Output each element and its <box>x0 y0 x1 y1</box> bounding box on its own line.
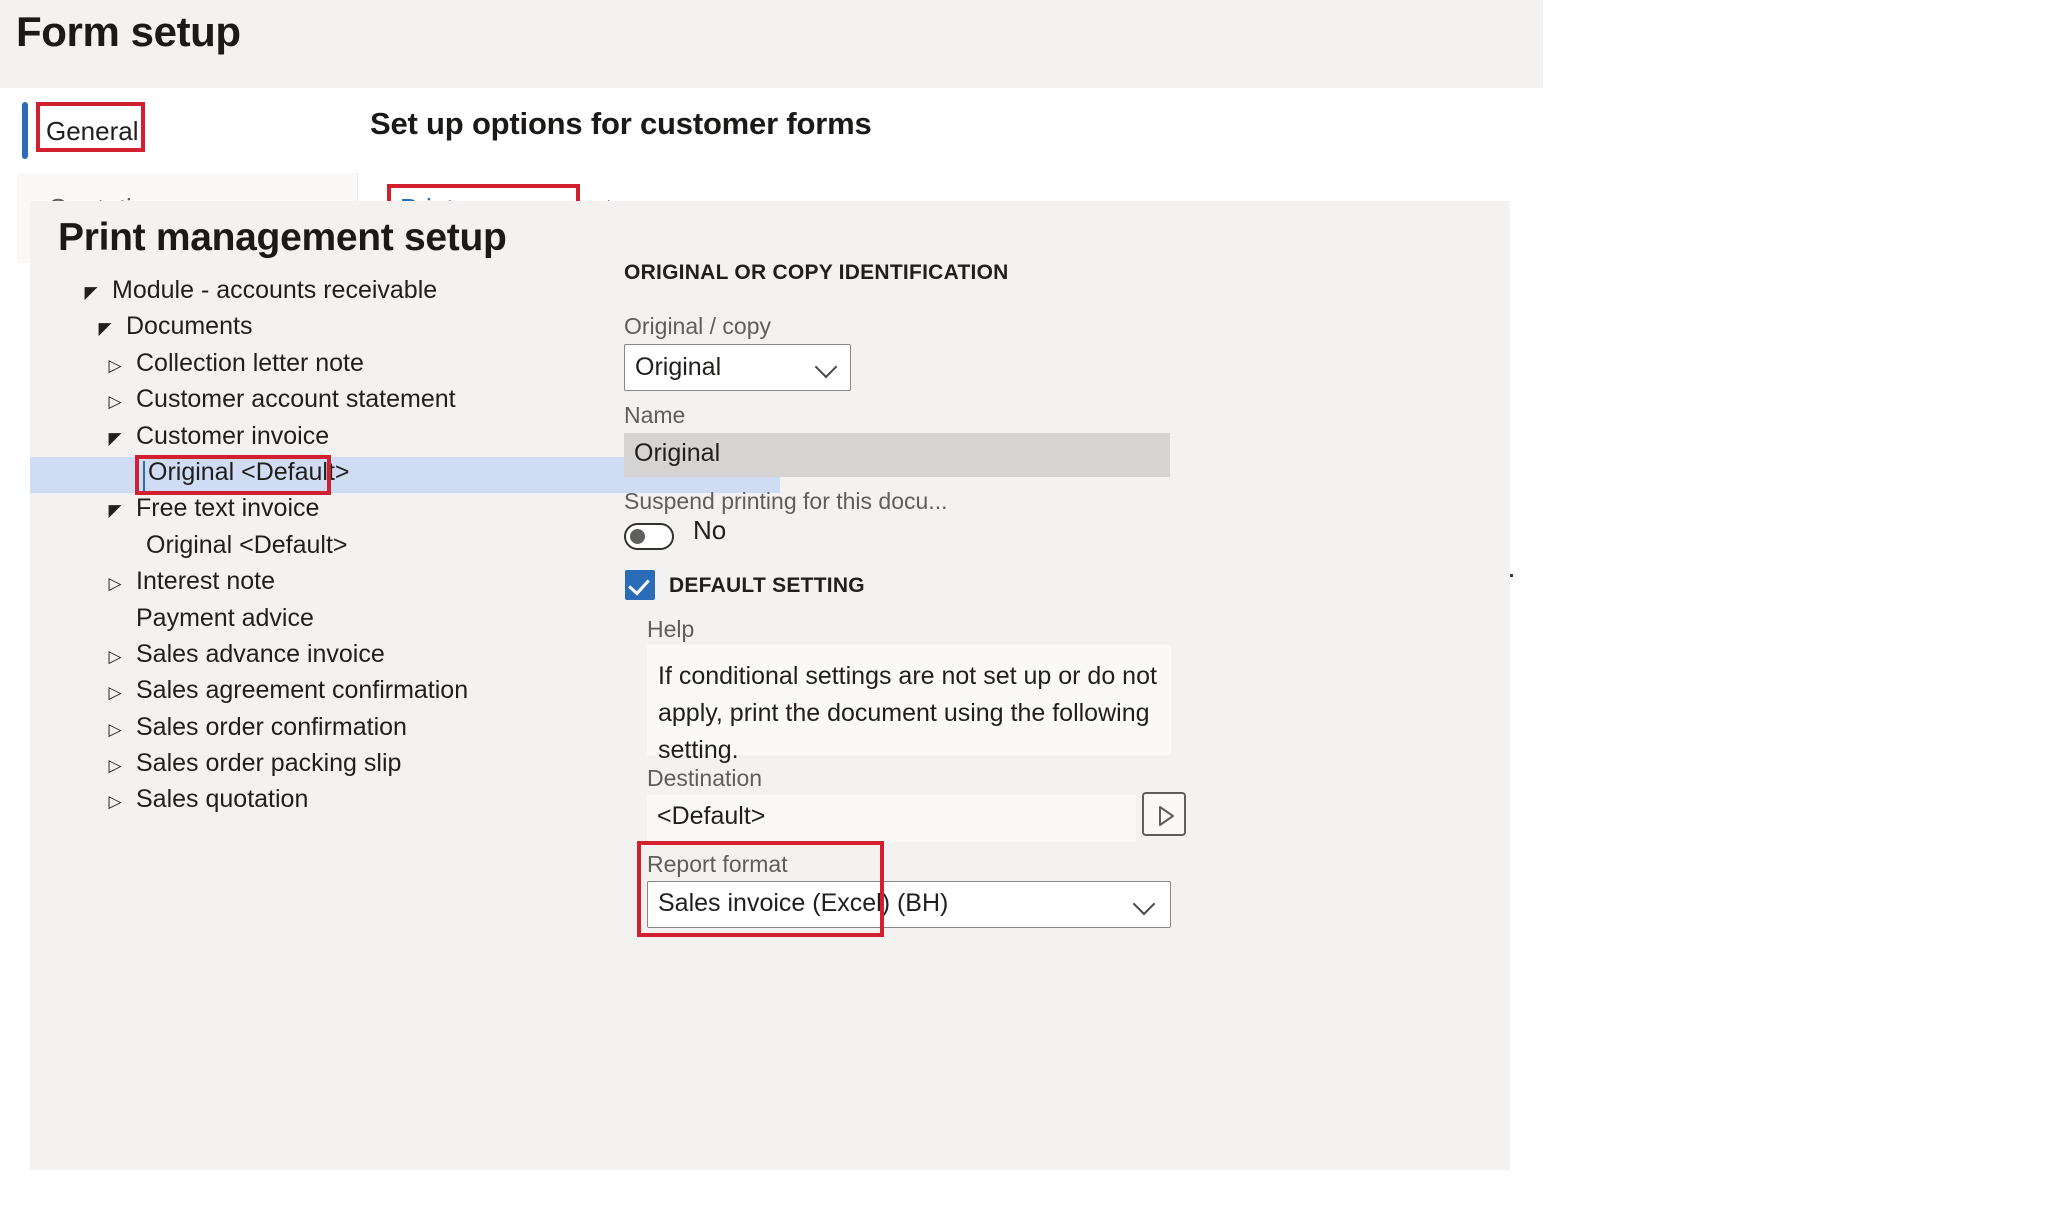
play-triangle-icon <box>1159 806 1174 826</box>
expanded-twisty-icon[interactable]: ◤ <box>106 502 124 520</box>
collapsed-twisty-icon[interactable]: ▷ <box>106 647 124 666</box>
tree-item-label: Original <Default> <box>146 530 348 559</box>
destination-field[interactable]: <Default> <box>647 795 1136 842</box>
original-copy-value: Original <box>635 353 722 381</box>
default-setting-checkbox[interactable] <box>625 570 655 600</box>
collapsed-twisty-icon[interactable]: ▷ <box>106 757 124 775</box>
print-management-setup-card: Print management setup ◤ Module - accoun… <box>30 201 1513 1170</box>
chevron-down-icon[interactable] <box>814 355 840 381</box>
original-copy-label: Original / copy <box>624 313 772 339</box>
expanded-twisty-icon[interactable]: ◤ <box>96 320 114 338</box>
destination-open-button[interactable] <box>1142 792 1186 836</box>
sidebar-item-general[interactable]: General <box>22 98 352 162</box>
help-label: Help <box>647 616 695 642</box>
collapsed-twisty-icon[interactable]: ▷ <box>106 684 124 702</box>
chevron-down-icon[interactable] <box>1132 892 1158 918</box>
tree-item-label: Module - accounts receivable <box>112 276 438 304</box>
tree-item-label: Customer invoice <box>136 421 330 450</box>
tree-item-label: Sales order confirmation <box>136 712 407 741</box>
suspend-printing-value: No <box>693 515 727 545</box>
collapsed-twisty-icon[interactable]: ▷ <box>106 793 124 811</box>
annotation-box-original-default <box>135 454 331 495</box>
name-value: Original <box>634 439 721 467</box>
collapsed-twisty-icon[interactable]: ▷ <box>106 393 124 411</box>
tree-item-label: Interest note <box>136 567 275 596</box>
page-title: Form setup <box>16 8 241 55</box>
tree-item-label: Sales quotation <box>136 785 309 814</box>
setup-heading: Set up options for customer forms <box>370 106 872 141</box>
form-setup-window: Form setup General Set up options for cu… <box>0 0 1543 1223</box>
suspend-printing-label: Suspend printing for this docu... <box>624 488 948 514</box>
selected-indicator-bar <box>22 102 28 159</box>
destination-label: Destination <box>647 765 763 791</box>
annotation-box-general <box>36 102 145 152</box>
tree-item-label: Documents <box>126 312 253 341</box>
original-copy-select[interactable]: Original <box>624 344 851 391</box>
name-field[interactable]: Original <box>624 433 1170 477</box>
checkmark-icon <box>628 573 650 596</box>
tree-item-free-text-invoice-original-default[interactable]: Original <Default> <box>30 530 790 566</box>
detail-section-heading: ORIGINAL OR COPY IDENTIFICATION <box>624 261 1009 284</box>
toggle-knob <box>630 529 645 544</box>
expanded-twisty-icon[interactable]: ◤ <box>106 429 124 448</box>
tree-item-label: Customer account statement <box>136 385 456 414</box>
dot-marker <box>1510 574 1513 577</box>
collapsed-twisty-icon[interactable]: ▷ <box>106 720 124 739</box>
tab-strip: Quotation Print management <box>17 173 1543 263</box>
window-header: Form setup <box>0 0 1543 88</box>
name-label: Name <box>624 402 686 428</box>
destination-value: <Default> <box>657 802 766 830</box>
tree-item-label: Free text invoice <box>136 494 320 523</box>
tree-item-label: Payment advice <box>136 603 314 632</box>
section-title: Print management setup <box>58 216 507 259</box>
navigation-row: General Set up options for customer form… <box>17 88 1543 173</box>
annotation-box-report-format <box>637 841 884 937</box>
expanded-twisty-icon[interactable]: ◤ <box>82 284 100 302</box>
tree-item-label: Sales agreement confirmation <box>136 676 469 705</box>
tree-item-label: Collection letter note <box>136 348 364 377</box>
default-setting-label: DEFAULT SETTING <box>669 574 865 597</box>
tree-item-label: Sales advance invoice <box>136 639 385 668</box>
help-textbox: If conditional settings are not set up o… <box>647 645 1171 764</box>
tree-item-label: Sales order packing slip <box>136 749 402 778</box>
collapsed-twisty-icon[interactable]: ▷ <box>106 575 124 593</box>
help-text: If conditional settings are not set up o… <box>658 662 1157 764</box>
suspend-printing-toggle[interactable] <box>624 523 674 550</box>
collapsed-twisty-icon[interactable]: ▷ <box>106 356 124 375</box>
